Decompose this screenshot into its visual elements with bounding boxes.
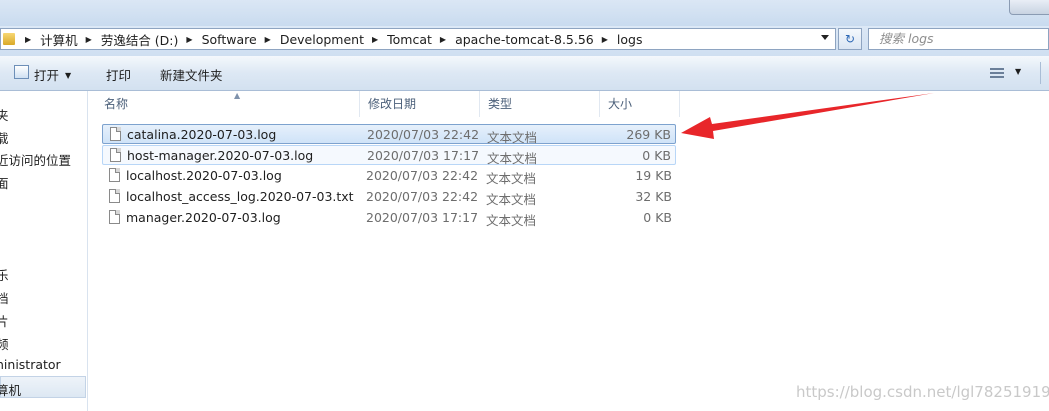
watermark: https://blog.csdn.net/lgl782519197 <box>796 383 1049 401</box>
annotation-arrow <box>681 93 934 139</box>
red-arrow-icon <box>681 93 934 139</box>
